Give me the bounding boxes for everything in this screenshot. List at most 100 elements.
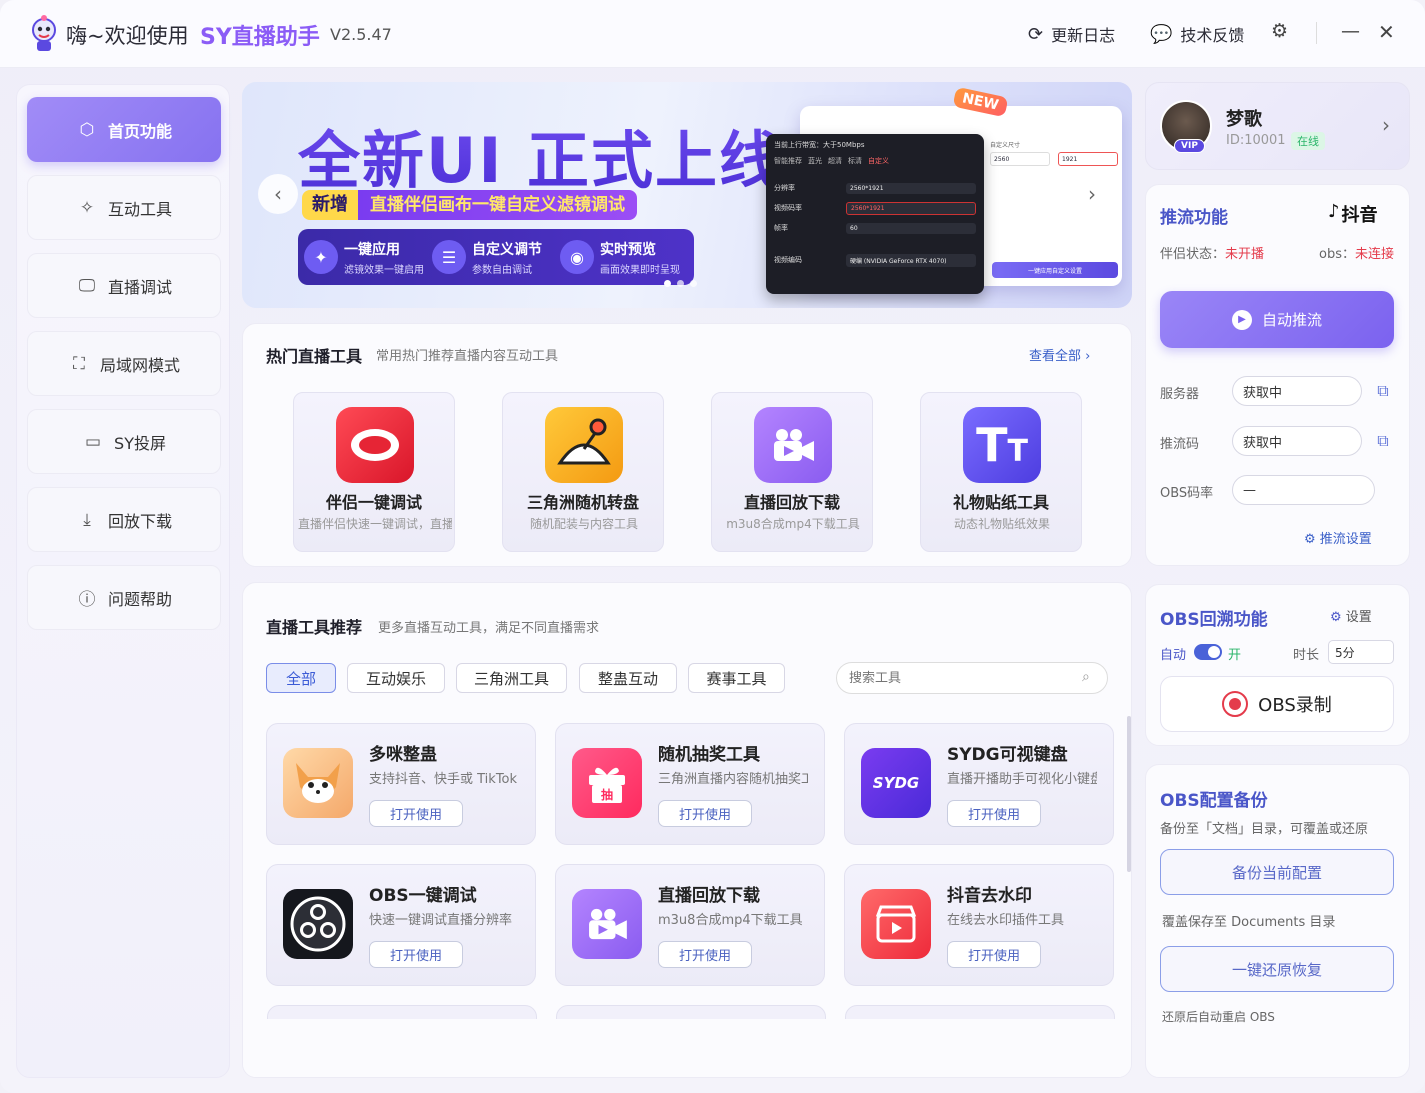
pagination-dot[interactable] [677,280,684,287]
pagination-dot[interactable] [690,280,697,287]
sidebar-item-interactive-tools[interactable]: ✧ 互动工具 [27,175,221,240]
duration-label: 时长 [1293,648,1320,663]
tool-desc: 在线去水印插件工具 [947,913,1065,928]
gear-icon: ⚙ [1304,532,1316,547]
lan-icon: ⛶ [73,353,85,374]
auto-replay-toggle[interactable] [1194,644,1222,660]
tool-name: OBS一键调试 [369,886,477,906]
oval-ring-icon [336,407,414,483]
hot-card-companion-debug[interactable]: 伴侣一键调试 直播伴侣快速一键调试，直播 [293,392,455,552]
minimize-icon[interactable]: — [1341,20,1360,42]
copy-icon[interactable]: ⧉ [1372,380,1394,402]
restore-config-button[interactable]: 一键还原恢复 [1160,946,1394,992]
mock-custom-label: 自定义尺寸 [990,142,1021,149]
view-all-link[interactable]: 查看全部 › [1029,345,1090,364]
download-icon: ⤓ [83,509,91,530]
sidebar-item-label: 回放下载 [107,511,172,531]
copy-icon[interactable]: ⧉ [1372,430,1394,452]
open-tool-button[interactable]: 打开使用 [658,800,752,827]
backup-config-button[interactable]: 备份当前配置 [1160,849,1394,895]
replay-settings-link[interactable]: ⚙ 设置 [1330,606,1372,625]
hot-card-delta-wheel[interactable]: 三角洲随机转盘 随机配装与内容工具 [502,392,664,552]
obs-status-value: 未连接 [1354,247,1394,262]
obs-status-label: obs： [1319,247,1355,262]
filter-chip-entertainment[interactable]: 互动娱乐 [347,663,445,693]
tool-card-watermark-remover: 抖音去水印 在线去水印插件工具 打开使用 [844,864,1114,986]
close-icon[interactable]: ✕ [1378,20,1395,44]
obs-bitrate-field[interactable]: — [1232,475,1375,505]
push-settings-link[interactable]: ⚙ 推流设置 [1304,528,1372,547]
magic-wand-icon: ✦ [304,240,338,274]
obs-record-label: OBS录制 [1258,695,1332,716]
auto-state: 开 [1228,648,1242,663]
stream-key-label: 推流码 [1160,437,1200,452]
sidebar-item-live-debug[interactable]: 🖵 直播调试 [27,253,221,318]
filter-chip-events[interactable]: 赛事工具 [688,663,785,693]
duration-field[interactable]: 5分 [1328,640,1394,664]
hot-card-replay-download[interactable]: 直播回放下载 m3u8合成mp4下载工具 [711,392,873,552]
hot-card-desc: m3u8合成mp4下载工具 [726,517,860,531]
promo-banner[interactable]: 全新UI 正式上线 新增 直播伴侣画布一键自定义滤镜调试 ✦ 一键应用 滤镜效果一… [242,82,1132,308]
hot-card-name: 直播回放下载 [743,493,840,512]
platform-name: 抖音 [1341,205,1378,226]
server-field[interactable]: 获取中 [1232,376,1362,406]
panel-footer-mask [243,1019,1131,1077]
sidebar-item-label: 局域网模式 [99,355,180,375]
gift-icon: 抽 [572,748,642,818]
mock-label: 分辨率 [774,184,795,192]
open-tool-button[interactable]: 打开使用 [947,800,1041,827]
sidebar-item-home[interactable]: ⬡ 首页功能 [27,97,221,162]
changelog-button[interactable]: ⟳ 更新日志 [1028,22,1115,46]
stream-key-field[interactable]: 获取中 [1232,426,1362,456]
obs-record-button[interactable]: OBS录制 [1160,676,1394,732]
mock-value: 2560*1921 [846,182,976,194]
pagination-dot[interactable] [664,280,671,287]
obs-bitrate-label: OBS码率 [1160,486,1214,501]
open-tool-button[interactable]: 打开使用 [947,941,1041,968]
tool-card-duomi: 多咪整蛊 支持抖音、快手或 TikTok 打开使用 [266,723,536,845]
hot-card-name: 礼物贴纸工具 [952,493,1049,512]
open-tool-button[interactable]: 打开使用 [369,800,463,827]
banner-next-button[interactable]: › [1072,174,1112,214]
divider [1316,22,1317,44]
auto-push-button[interactable]: ▶ 自动推流 [1160,291,1394,348]
tool-card-replay-download: 直播回放下载 m3u8合成mp4下载工具 打开使用 [555,864,825,986]
backup-title: OBS配置备份 [1160,791,1268,811]
banner-prev-button[interactable]: ‹ [258,174,298,214]
open-tool-button[interactable]: 打开使用 [369,941,463,968]
mock-label: 视频编码 [774,256,802,264]
hot-card-desc: 直播伴侣快速一键调试，直播 [298,517,452,531]
brand-name: SY直播助手 [200,25,320,50]
tool-search-input[interactable] [836,662,1108,694]
sliders-icon: ☰ [432,240,466,274]
user-card[interactable]: VIP 梦歌 ID:10001 在线 › [1145,82,1410,170]
vip-badge: VIP [1174,139,1205,153]
filter-chip-delta[interactable]: 三角洲工具 [456,663,567,693]
feature-title: 实时预览 [600,241,656,258]
banner-title: 全新UI 正式上线 [298,110,783,200]
sidebar-item-sy-cast[interactable]: ▭ SY投屏 [27,409,221,474]
recommend-scrollbar[interactable] [1127,716,1131,872]
text-sticker-icon: TT [963,407,1041,483]
mock-dark-panel: 当前上行带宽：大于50Mbps 智能推荐 蓝光 超清 标清 自定义 分辨率 256… [766,134,984,294]
hot-card-gift-sticker[interactable]: TT 礼物贴纸工具 动态礼物贴纸效果 [920,392,1082,552]
settings-gear-icon[interactable]: ⚙ [1271,20,1288,42]
hot-card-desc: 动态礼物贴纸效果 [953,517,1050,531]
feature-custom-adjust: ☰ 自定义调节 参数自由调试 [432,239,560,276]
changelog-label: 更新日志 [1051,26,1116,45]
open-tool-button[interactable]: 打开使用 [658,941,752,968]
play-icon: ▶ [1231,309,1252,330]
feedback-button[interactable]: 💬 技术反馈 [1150,22,1244,46]
sidebar-item-replay-download[interactable]: ⤓ 回放下载 [27,487,221,552]
filter-chip-all[interactable]: 全部 [266,663,336,693]
sidebar-item-help[interactable]: ⓘ 问题帮助 [27,565,221,630]
svg-text:抽: 抽 [601,787,613,802]
sidebar-item-lan-mode[interactable]: ⛶ 局域网模式 [27,331,221,396]
tool-desc: 支持抖音、快手或 TikTok [369,772,518,787]
filter-chip-prank[interactable]: 整蛊互动 [579,663,677,693]
chevron-right-icon: › [1382,113,1390,137]
recommend-subtitle: 更多直播互动工具，满足不同直播需求 [378,621,600,636]
mock-bandwidth: 当前上行带宽：大于50Mbps [774,141,865,149]
video-camera-icon [754,407,832,483]
recommend-title: 直播工具推荐 [266,618,363,637]
